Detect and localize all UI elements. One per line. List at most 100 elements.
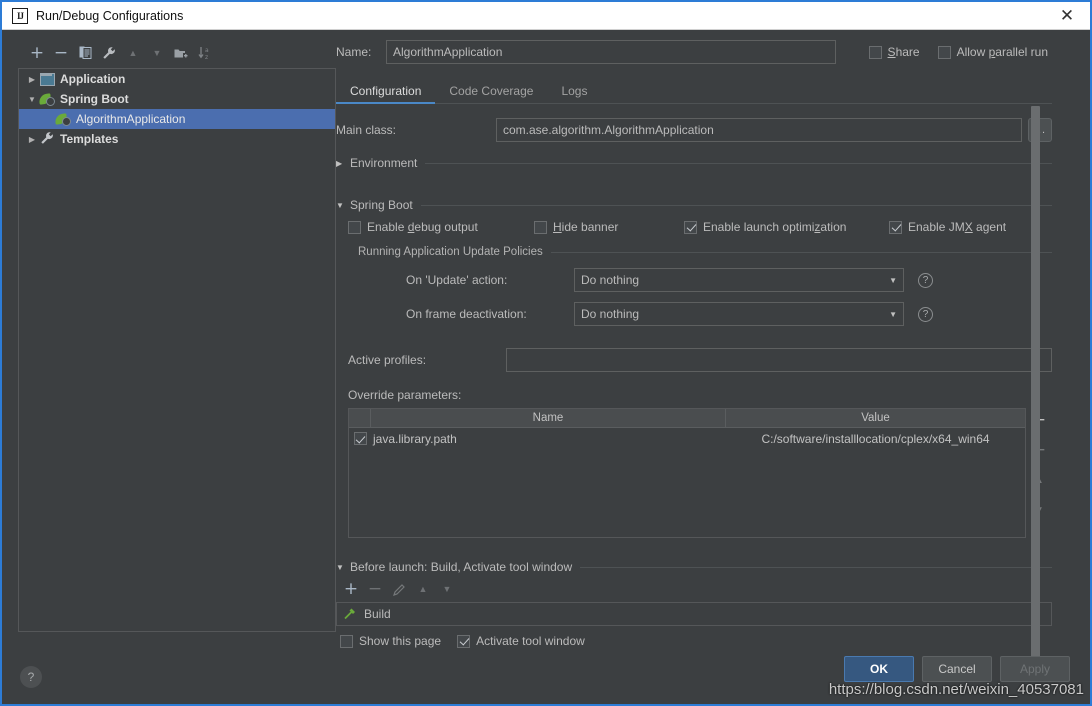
run-debug-configurations-dialog: IJ Run/Debug Configurations ✕ + − ▲ ▼ a … — [0, 0, 1092, 706]
environment-section-header[interactable]: ▶ Environment — [336, 156, 1052, 170]
expand-arrow-icon[interactable]: ▶ — [25, 135, 39, 144]
chevron-down-icon[interactable]: ▼ — [889, 310, 897, 319]
enable-launch-optimization-checkbox[interactable]: Enable launch optimization — [684, 220, 889, 234]
spring-boot-section-body: Enable debug output Hide banner Enable l… — [336, 220, 1052, 538]
pencil-glyph — [392, 583, 405, 596]
main-class-input[interactable] — [496, 118, 1022, 142]
activate-tool-window-checkbox[interactable]: Activate tool window — [457, 634, 585, 648]
enable-debug-output-label: Enable debug output — [367, 220, 478, 234]
allow-parallel-run-checkbox[interactable]: Allow parallel run — [937, 45, 1048, 59]
tree-item-label: Application — [60, 72, 126, 86]
parameter-enabled-checkbox[interactable] — [353, 432, 367, 445]
enable-jmx-agent-label: Enable JMX agent — [908, 220, 1007, 234]
cancel-button[interactable]: Cancel — [922, 656, 992, 682]
name-input[interactable] — [386, 40, 836, 64]
table-cell-enabled[interactable] — [349, 432, 371, 445]
collapse-arrow-icon[interactable]: ▼ — [25, 95, 39, 104]
copy-configuration-icon[interactable] — [74, 42, 96, 64]
chevron-right-icon[interactable]: ▶ — [336, 159, 350, 168]
before-launch-task-list[interactable]: Build — [336, 602, 1052, 626]
active-profiles-input[interactable] — [506, 348, 1052, 372]
close-icon[interactable]: ✕ — [1044, 2, 1090, 30]
move-down-button[interactable]: ▼ — [146, 42, 168, 64]
on-update-action-row: On 'Update' action: Do nothing ▼ ? — [348, 268, 1052, 292]
folder-plus-glyph — [174, 49, 188, 58]
task-down-button[interactable]: ▼ — [436, 578, 458, 600]
dialog-buttons: OK Cancel Apply — [844, 650, 1070, 682]
task-up-button[interactable]: ▲ — [412, 578, 434, 600]
checkbox-box — [353, 432, 367, 445]
sort-alphabetically-icon[interactable]: a z — [194, 42, 216, 64]
table-header-row: Name Value — [349, 409, 1025, 428]
share-checkbox[interactable]: Share — [868, 45, 920, 59]
override-parameters-label: Override parameters: — [348, 388, 462, 402]
before-launch-task-build[interactable]: Build — [343, 606, 391, 622]
content-vertical-scrollbar[interactable] — [1031, 106, 1040, 700]
spring-boot-section-header[interactable]: ▼ Spring Boot — [336, 198, 1052, 212]
tree-item-application[interactable]: ▶ Application — [19, 69, 335, 89]
apply-button[interactable]: Apply — [1000, 656, 1070, 682]
edit-task-icon[interactable] — [388, 578, 410, 600]
allow-parallel-run-label: Allow parallel run — [956, 45, 1048, 59]
name-row: Name: Share Allow parallel run — [336, 40, 1052, 64]
tab-code-coverage[interactable]: Code Coverage — [435, 84, 547, 103]
help-button[interactable]: ? — [20, 666, 42, 688]
checkbox-box — [937, 45, 951, 59]
ok-button[interactable]: OK — [844, 656, 914, 682]
remove-task-button[interactable]: − — [364, 578, 386, 600]
tree-item-label: AlgorithmApplication — [76, 112, 186, 126]
expand-arrow-icon[interactable]: ▶ — [25, 75, 39, 84]
tree-item-templates[interactable]: ▶ Templates — [19, 129, 335, 149]
enable-jmx-agent-checkbox[interactable]: Enable JMX agent — [889, 220, 1006, 234]
chevron-down-icon[interactable]: ▼ — [336, 563, 350, 572]
configuration-right-panel: Name: Share Allow parallel run Configura… — [336, 40, 1082, 661]
spring-leaf-icon — [55, 111, 71, 127]
table-header-value[interactable]: Value — [726, 409, 1025, 427]
table-cell-name[interactable]: java.library.path — [371, 432, 726, 446]
tab-logs[interactable]: Logs — [547, 84, 601, 103]
on-frame-deactivation-help-icon[interactable]: ? — [918, 306, 933, 322]
active-profiles-label: Active profiles: — [348, 353, 427, 367]
on-frame-deactivation-dropdown[interactable]: Do nothing ▼ — [574, 302, 904, 326]
hammer-glyph — [344, 608, 355, 620]
before-launch-toolbar: + − ▲ ▼ — [336, 578, 1052, 600]
scrollbar-thumb[interactable] — [1031, 106, 1040, 661]
dialog-footer: ? OK Cancel Apply https://blog.csdn.net/… — [2, 650, 1090, 704]
move-into-folder-icon[interactable] — [170, 42, 192, 64]
chevron-down-icon[interactable]: ▼ — [889, 276, 897, 285]
move-up-button[interactable]: ▲ — [122, 42, 144, 64]
tree-item-spring-boot[interactable]: ▼ Spring Boot — [19, 89, 335, 109]
add-configuration-button[interactable]: + — [26, 42, 48, 64]
enable-launch-optimization-label: Enable launch optimization — [703, 220, 847, 234]
hide-banner-label: Hide banner — [553, 220, 619, 234]
share-options-group: Share Allow parallel run — [868, 45, 1052, 59]
tree-item-algorithm-application[interactable]: ▶ AlgorithmApplication — [19, 109, 335, 129]
table-header-name[interactable]: Name — [371, 409, 726, 427]
hide-banner-checkbox[interactable]: Hide banner — [534, 220, 684, 234]
tab-configuration[interactable]: Configuration — [336, 84, 436, 104]
chevron-down-icon[interactable]: ▼ — [336, 201, 350, 210]
hammer-icon — [343, 606, 359, 622]
remove-configuration-button[interactable]: − — [50, 42, 72, 64]
table-row[interactable]: java.library.path C:/software/installloc… — [349, 428, 1025, 449]
checkbox-box — [457, 634, 471, 648]
dialog-title: Run/Debug Configurations — [36, 8, 184, 23]
table-cell-value[interactable]: C:/software/installlocation/cplex/x64_wi… — [726, 432, 1025, 446]
on-update-action-dropdown[interactable]: Do nothing ▼ — [574, 268, 904, 292]
checkbox-box — [348, 220, 361, 234]
wrench-icon[interactable] — [98, 42, 120, 64]
tree-item-label: Spring Boot — [60, 92, 129, 106]
enable-debug-output-checkbox[interactable]: Enable debug output — [348, 220, 534, 234]
override-parameters-table-wrap: Name Value java.library.path C:/software… — [348, 408, 1052, 538]
show-this-page-checkbox[interactable]: Show this page — [340, 634, 441, 648]
override-parameters-table[interactable]: Name Value java.library.path C:/software… — [348, 408, 1026, 538]
environment-section-title: Environment — [350, 156, 418, 170]
on-update-action-label: On 'Update' action: — [406, 273, 508, 287]
on-update-action-help-icon[interactable]: ? — [918, 272, 933, 288]
add-task-button[interactable]: + — [340, 578, 362, 600]
on-frame-deactivation-row: On frame deactivation: Do nothing ▼ ? — [348, 302, 1052, 326]
table-header-checkbox-col — [349, 409, 371, 427]
configurations-tree[interactable]: ▶ Application ▼ Spring Boot ▶ AlgorithmA… — [18, 68, 336, 632]
before-launch-section-header[interactable]: ▼ Before launch: Build, Activate tool wi… — [336, 560, 1052, 574]
configurations-left-panel: + − ▲ ▼ a z ▶ Application ▼ Spring Boot … — [18, 40, 336, 650]
